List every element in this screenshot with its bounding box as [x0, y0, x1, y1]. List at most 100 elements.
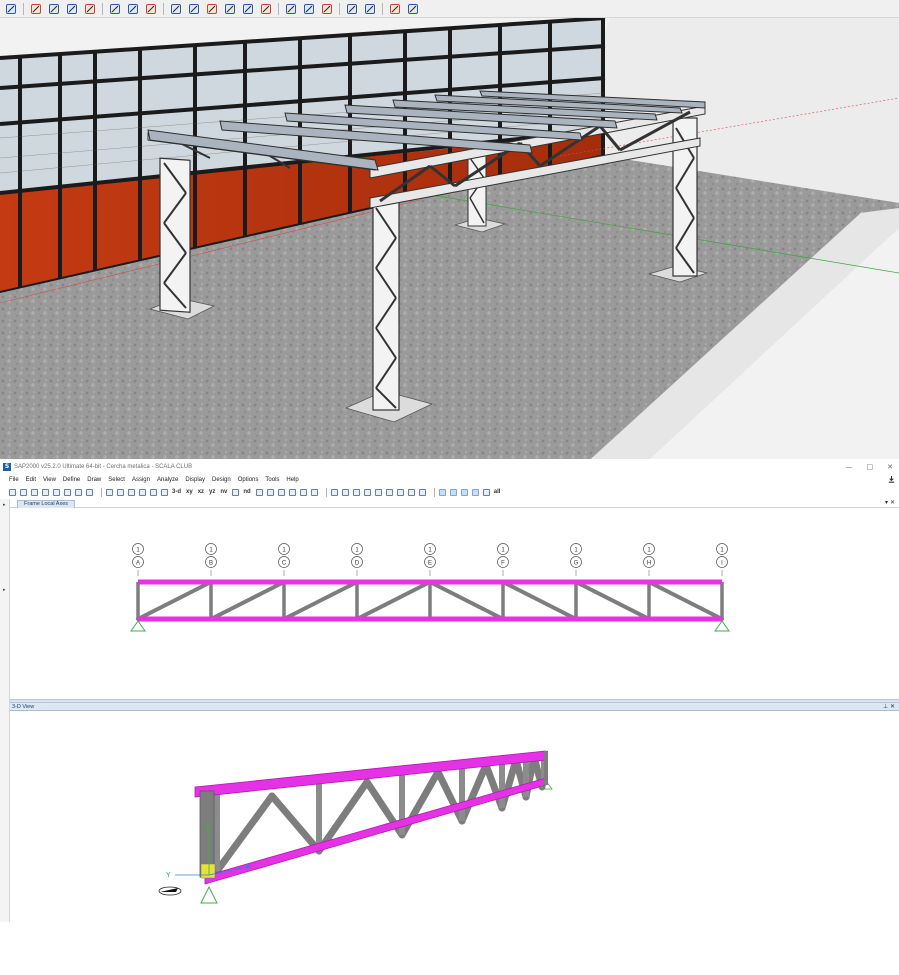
strip-arrow-icon[interactable]: ▸	[3, 587, 6, 593]
sandbox-icon[interactable]	[303, 2, 316, 15]
rotate-3d-icon[interactable]	[232, 488, 240, 496]
pencil-icon[interactable]	[75, 488, 82, 496]
frame-icon[interactable]	[330, 488, 338, 496]
view-nv-button[interactable]: nv	[220, 489, 227, 495]
view-3d-button[interactable]: 3-d	[172, 489, 181, 495]
menu-view[interactable]: View	[43, 477, 56, 483]
scale-icon[interactable]	[84, 2, 97, 15]
component-icon[interactable]	[321, 2, 334, 15]
undo-icon[interactable]	[53, 488, 60, 496]
view2-canvas[interactable]: Z Y X	[10, 711, 899, 922]
view-nd-button[interactable]: nd	[243, 489, 250, 495]
select-arrow-icon[interactable]	[5, 2, 18, 15]
download-icon[interactable]	[887, 475, 896, 484]
new-model-icon[interactable]	[9, 488, 16, 496]
account-icon[interactable]	[364, 2, 377, 15]
lock-icon[interactable]	[86, 488, 93, 496]
menu-file[interactable]: File	[9, 477, 19, 483]
push-pull-icon[interactable]	[109, 2, 122, 15]
rotate-icon[interactable]	[66, 2, 79, 15]
draw-frame-icon[interactable]	[341, 488, 349, 496]
menu-display[interactable]: Display	[185, 477, 205, 483]
select-all-button[interactable]: all	[494, 489, 501, 495]
view-xy-button[interactable]: xy	[186, 489, 193, 495]
view2-close-icon[interactable]: ✕	[890, 703, 895, 710]
truss-diagonal[interactable]	[647, 580, 724, 621]
section-plane-icon[interactable]	[285, 2, 298, 15]
zoom-icon[interactable]	[242, 2, 255, 15]
draw-solid-icon[interactable]	[385, 488, 393, 496]
page-icon[interactable]	[389, 2, 402, 15]
truss-diagonal[interactable]	[574, 580, 651, 621]
draw-tendon-icon[interactable]	[418, 488, 426, 496]
bottom-chord[interactable]	[138, 616, 722, 622]
minimize-button[interactable]: —	[846, 463, 853, 471]
tape-measure-icon[interactable]	[145, 2, 158, 15]
print-icon[interactable]	[42, 488, 49, 496]
reshape-icon[interactable]	[449, 488, 457, 496]
pan-icon[interactable]	[224, 2, 237, 15]
draw-cable-icon[interactable]	[352, 488, 360, 496]
menu-edit[interactable]: Edit	[26, 477, 36, 483]
support-pin-icon[interactable]	[714, 620, 730, 632]
view1-tab[interactable]: Frame Local Axes	[17, 500, 76, 508]
truss-diagonal[interactable]	[282, 580, 359, 621]
truss-diagonal[interactable]	[501, 580, 578, 621]
paint-bucket-icon[interactable]	[30, 2, 43, 15]
menu-analyze[interactable]: Analyze	[157, 477, 178, 483]
follow-me-icon[interactable]	[127, 2, 140, 15]
select-all-icon[interactable]	[482, 488, 490, 496]
menu-options[interactable]: Options	[238, 477, 259, 483]
section-icon[interactable]	[310, 488, 318, 496]
menu-define[interactable]: Define	[63, 477, 80, 483]
redo-icon[interactable]	[64, 488, 71, 496]
pan-icon[interactable]	[161, 488, 168, 496]
dimension-icon[interactable]	[188, 2, 201, 15]
run-analysis-icon[interactable]	[106, 488, 113, 496]
menu-tools[interactable]: Tools	[265, 477, 279, 483]
up-arrow-icon[interactable]	[266, 488, 274, 496]
select-pointer-icon[interactable]	[438, 488, 446, 496]
profile-icon[interactable]	[407, 2, 420, 15]
menu-select[interactable]: Select	[108, 477, 125, 483]
truss-diagonal[interactable]	[355, 580, 432, 621]
strip-arrow-icon[interactable]: ▸	[3, 502, 6, 508]
truss-diagonal[interactable]	[428, 580, 505, 621]
draw-link-icon[interactable]	[396, 488, 404, 496]
protractor-icon[interactable]	[170, 2, 183, 15]
zoom-in-icon[interactable]	[128, 488, 135, 496]
grid-icon[interactable]	[288, 488, 296, 496]
draw-shell-icon[interactable]	[363, 488, 371, 496]
view-yz-button[interactable]: yz	[209, 489, 215, 495]
orbit-icon[interactable]	[206, 2, 219, 15]
open-icon[interactable]	[20, 488, 27, 496]
top-chord[interactable]	[138, 579, 722, 585]
view1-canvas[interactable]: 1A1B1C1D1E1F1G1H1I	[10, 509, 899, 699]
down-arrow-icon[interactable]	[277, 488, 285, 496]
menu-design[interactable]: Design	[212, 477, 231, 483]
sketchup-viewport[interactable]	[0, 18, 899, 459]
draw-area-icon[interactable]	[374, 488, 382, 496]
layers-icon[interactable]	[346, 2, 359, 15]
view2-pin-icon[interactable]: ⊥ ✕	[883, 703, 895, 711]
support-pin-icon[interactable]	[130, 620, 146, 632]
perspective-icon[interactable]	[255, 488, 263, 496]
save-icon[interactable]	[31, 488, 38, 496]
zoom-window-icon[interactable]	[117, 488, 124, 496]
truss-diagonal[interactable]	[136, 580, 213, 621]
menu-help[interactable]: Help	[286, 477, 298, 483]
display-options-icon[interactable]	[299, 488, 307, 496]
draw-point-icon[interactable]	[407, 488, 415, 496]
zoom-out-icon[interactable]	[139, 488, 146, 496]
select-window-icon[interactable]	[460, 488, 468, 496]
menu-assign[interactable]: Assign	[132, 477, 150, 483]
close-button[interactable]: ✕	[887, 463, 893, 471]
view1-dropdown-icon[interactable]: ▾ ✕	[885, 499, 895, 506]
view-xz-button[interactable]: xz	[198, 489, 204, 495]
maximize-button[interactable]: □	[867, 463, 874, 471]
truss-diagonal[interactable]	[209, 580, 286, 621]
zoom-extents-icon[interactable]	[150, 488, 157, 496]
menu-draw[interactable]: Draw	[87, 477, 101, 483]
zoom-extents-icon[interactable]	[260, 2, 273, 15]
move-icon[interactable]	[48, 2, 61, 15]
